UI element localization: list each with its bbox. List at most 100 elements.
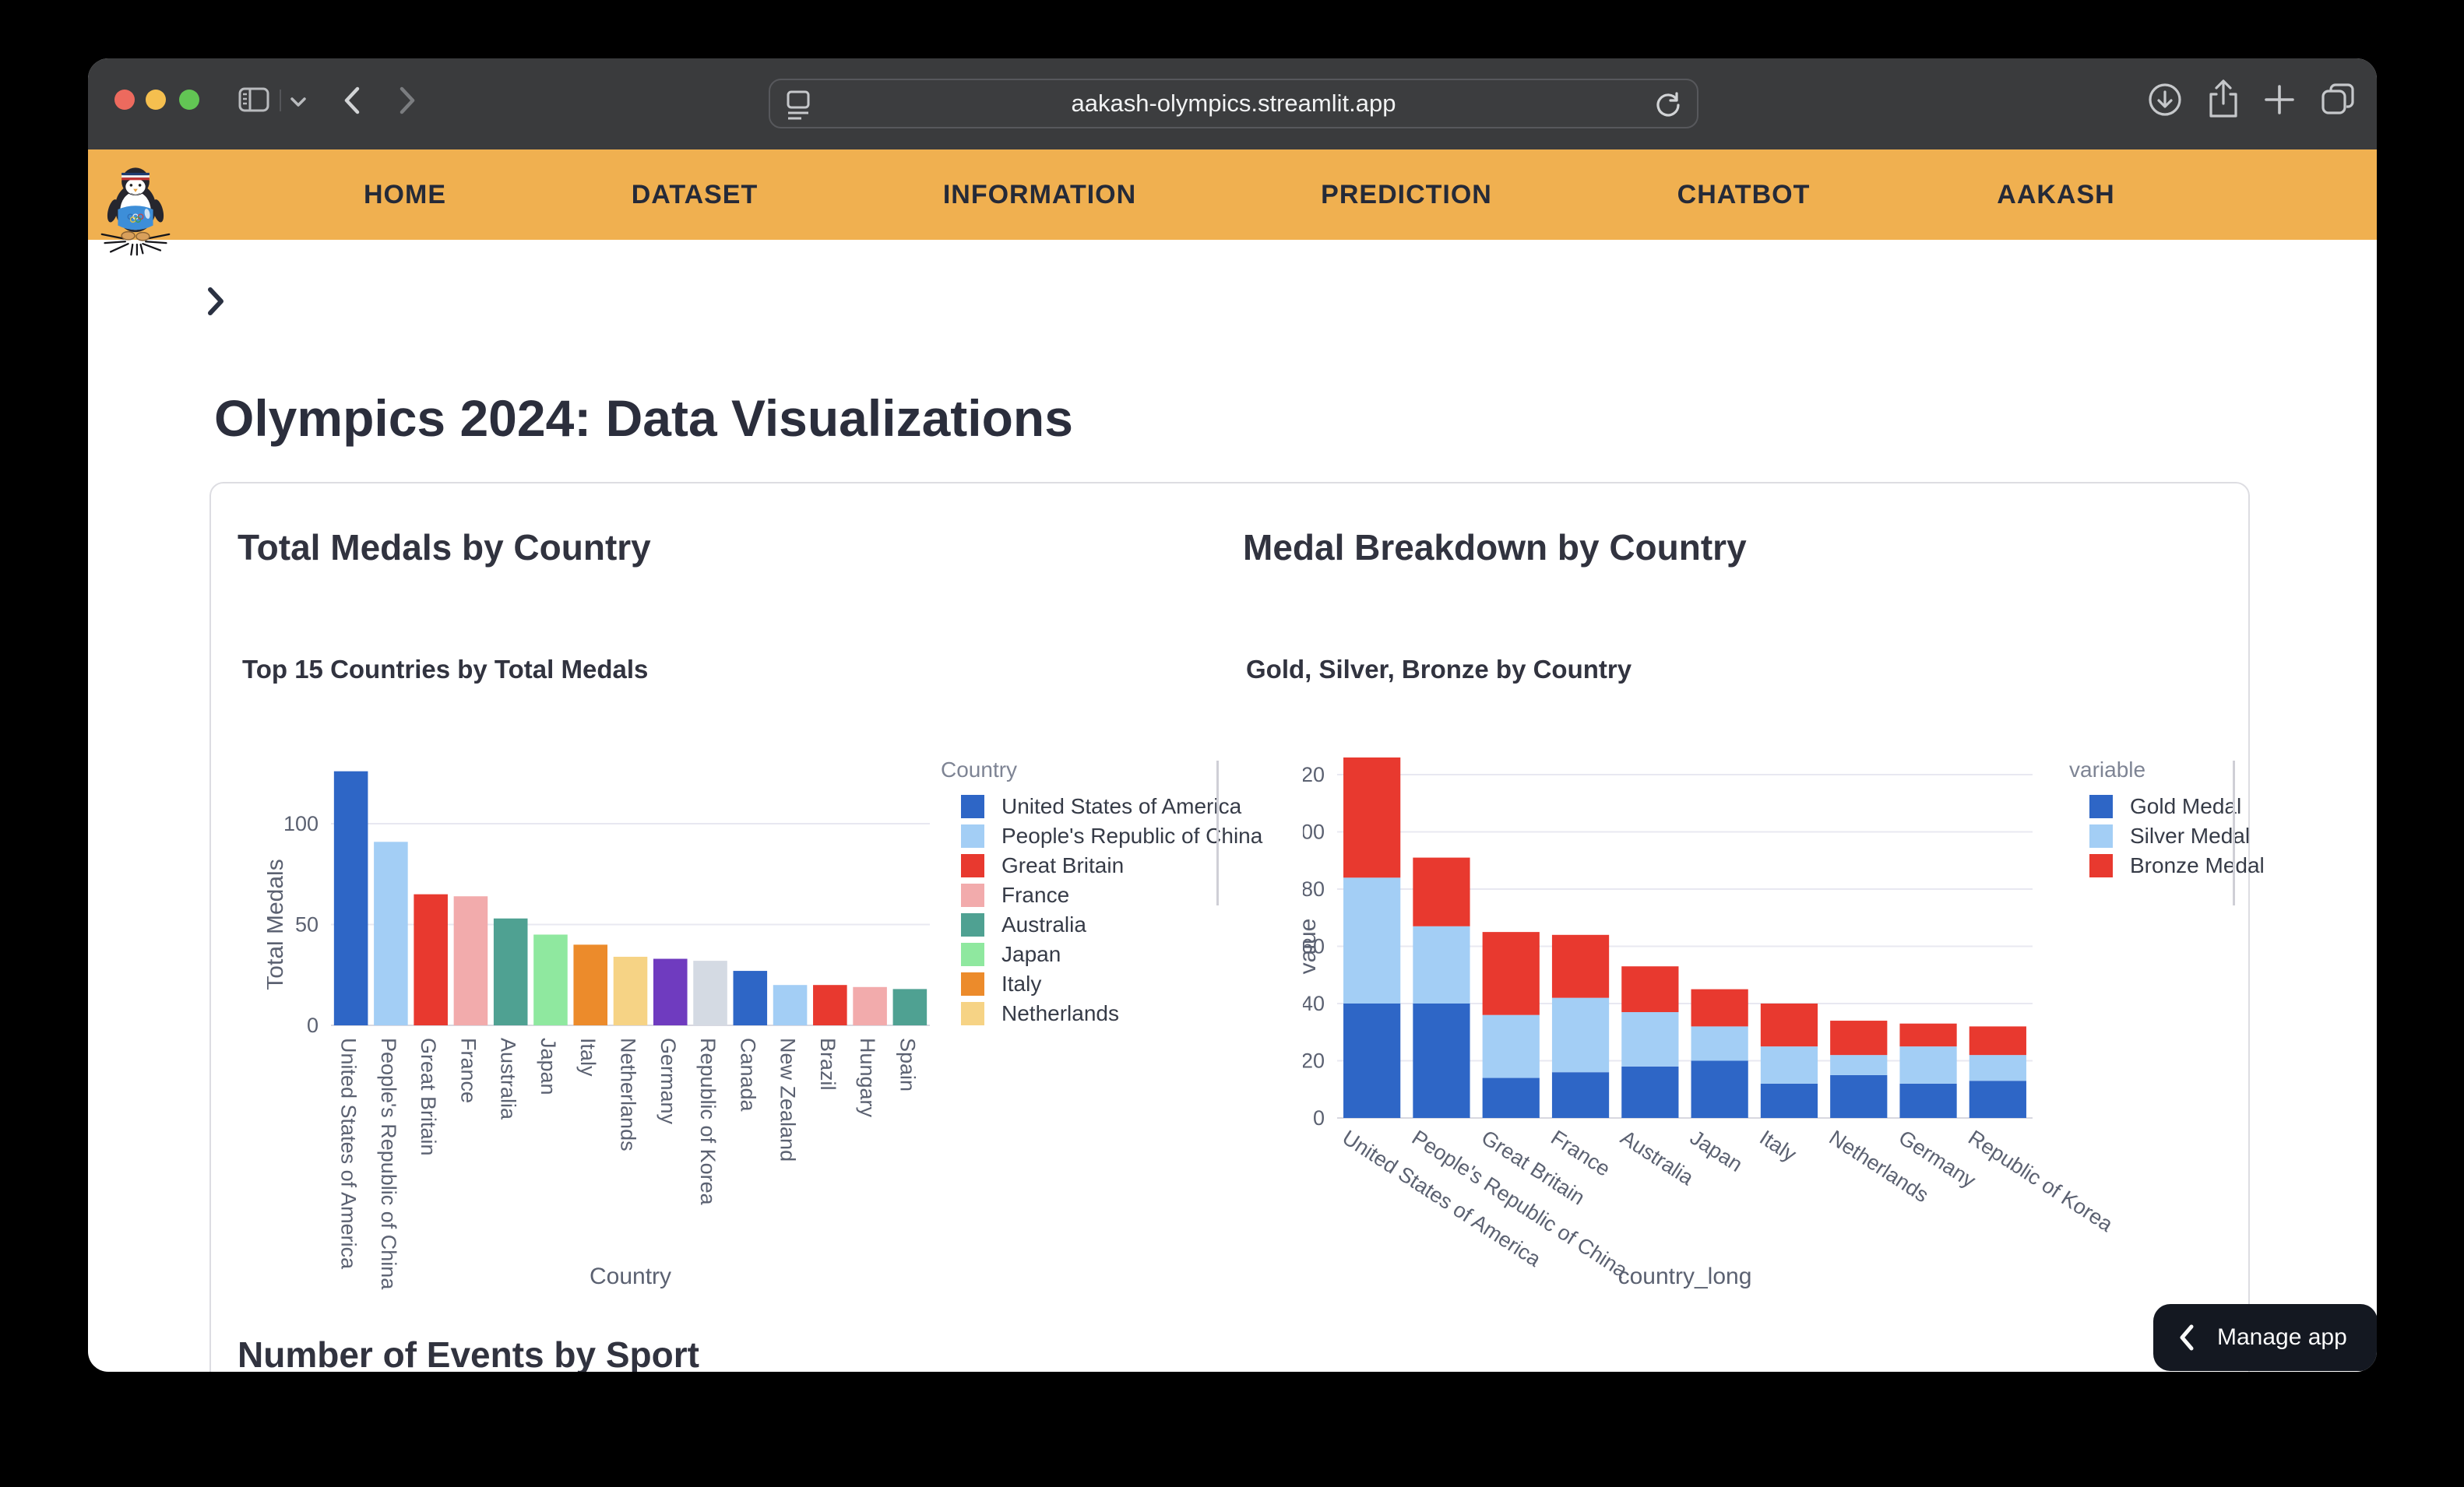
nav-label: DATASET xyxy=(632,180,759,210)
legend-item[interactable]: Netherlands xyxy=(961,999,1262,1028)
svg-text:40: 40 xyxy=(1303,992,1325,1015)
nav-item-prediction[interactable]: PREDICTION xyxy=(1321,149,1492,240)
legend-title: variable xyxy=(2069,758,2265,782)
svg-text:Republic of Korea: Republic of Korea xyxy=(696,1038,720,1206)
legend-item[interactable]: Gold Medal xyxy=(2089,792,2265,821)
svg-text:France: France xyxy=(456,1038,480,1103)
svg-text:Australia: Australia xyxy=(1617,1126,1698,1190)
nav-label: CHATBOT xyxy=(1677,180,1811,210)
nav-item-home[interactable]: HOME xyxy=(364,149,446,240)
section-heading-medal-breakdown: Medal Breakdown by Country xyxy=(1243,526,1747,568)
svg-text:Republic of Korea: Republic of Korea xyxy=(1964,1126,2117,1237)
legend-label: Bronze Medal xyxy=(2130,853,2265,878)
url-text: aakash-olympics.streamlit.app xyxy=(770,80,1697,127)
legend-item[interactable]: Italy xyxy=(961,969,1262,999)
legend-swatch xyxy=(961,1002,984,1025)
legend-scrollbar[interactable] xyxy=(1216,761,1219,905)
address-bar[interactable]: aakash-olympics.streamlit.app xyxy=(769,79,1698,128)
sidebar-toggle-icon[interactable] xyxy=(238,87,269,112)
svg-text:New Zealand: New Zealand xyxy=(776,1038,800,1162)
legend-swatch xyxy=(961,795,984,818)
close-window-button[interactable] xyxy=(114,90,135,110)
legend-swatch xyxy=(2089,824,2113,848)
chart-title-medal-breakdown: Gold, Silver, Bronze by Country xyxy=(1246,655,1632,684)
svg-text:Spain: Spain xyxy=(896,1038,919,1092)
svg-text:100: 100 xyxy=(283,812,319,835)
medal-breakdown-stacked-chart[interactable]: 020406080100120United States of AmericaP… xyxy=(1303,744,2128,1366)
manage-app-button[interactable]: Manage app xyxy=(2153,1304,2377,1371)
legend-label: Australia xyxy=(1001,912,1086,937)
svg-text:Total Medals: Total Medals xyxy=(267,859,288,990)
legend-label: Netherlands xyxy=(1001,1001,1119,1026)
legend-item[interactable]: Japan xyxy=(961,940,1262,969)
legend-swatch xyxy=(961,943,984,966)
nav-item-information[interactable]: INFORMATION xyxy=(943,149,1136,240)
page-title: Olympics 2024: Data Visualizations xyxy=(214,388,1073,448)
svg-text:50: 50 xyxy=(295,913,319,937)
browser-window: aakash-olympics.streamlit.app HOME xyxy=(88,58,2377,1372)
country-legend[interactable]: Country United States of America People's … xyxy=(941,758,1262,1028)
legend-swatch xyxy=(2089,795,2113,818)
variable-legend[interactable]: variable Gold Medal Silver Medal Bronze Med… xyxy=(2069,758,2265,881)
reload-icon[interactable] xyxy=(1653,90,1683,120)
nav-item-dataset[interactable]: DATASET xyxy=(632,149,759,240)
svg-text:100: 100 xyxy=(1303,821,1325,844)
zoom-window-button[interactable] xyxy=(179,90,199,110)
svg-text:120: 120 xyxy=(1303,763,1325,786)
svg-text:country_long: country_long xyxy=(1618,1264,1752,1289)
svg-text:Italy: Italy xyxy=(576,1038,600,1077)
minimize-window-button[interactable] xyxy=(146,90,166,110)
share-icon[interactable] xyxy=(2205,79,2241,121)
svg-text:20: 20 xyxy=(1303,1049,1325,1073)
legend-scrollbar[interactable] xyxy=(2233,761,2235,905)
legend-label: People's Republic of China xyxy=(1001,824,1262,849)
new-tab-icon[interactable] xyxy=(2262,82,2297,118)
browser-toolbar: aakash-olympics.streamlit.app xyxy=(88,58,2377,149)
svg-text:Brazil: Brazil xyxy=(816,1038,840,1091)
toolbar-divider xyxy=(280,90,281,111)
svg-text:0: 0 xyxy=(1313,1106,1325,1130)
svg-text:Australia: Australia xyxy=(497,1038,520,1120)
chart-title-total-medals: Top 15 Countries by Total Medals xyxy=(242,655,648,684)
svg-text:Great Britain: Great Britain xyxy=(417,1038,440,1156)
forward-button[interactable] xyxy=(398,86,417,114)
nav-label: PREDICTION xyxy=(1321,180,1492,210)
nav-label: AAKASH xyxy=(1997,180,2114,210)
legend-swatch xyxy=(961,824,984,848)
legend-label: France xyxy=(1001,883,1069,908)
chevron-down-icon[interactable] xyxy=(289,96,308,108)
legend-item[interactable]: Silver Medal xyxy=(2089,821,2265,851)
svg-text:Italy: Italy xyxy=(1755,1126,1800,1166)
sidebar-expand-icon[interactable] xyxy=(206,287,225,316)
svg-text:Germany: Germany xyxy=(656,1038,680,1125)
svg-text:People's Republic of China: People's Republic of China xyxy=(377,1038,400,1290)
tab-overview-icon[interactable] xyxy=(2320,82,2357,118)
svg-text:Canada: Canada xyxy=(736,1038,759,1113)
chevron-left-icon xyxy=(2178,1324,2195,1351)
svg-text:Country: Country xyxy=(590,1264,671,1289)
svg-text:80: 80 xyxy=(1303,877,1325,901)
legend-label: Japan xyxy=(1001,942,1061,967)
penguin-mascot-logo xyxy=(99,156,172,261)
section-heading-total-medals: Total Medals by Country xyxy=(238,526,651,568)
legend-label: United States of America xyxy=(1001,794,1241,819)
legend-label: Silver Medal xyxy=(2130,824,2250,849)
legend-swatch xyxy=(961,884,984,907)
nav-item-chatbot[interactable]: CHATBOT xyxy=(1677,149,1811,240)
legend-item[interactable]: Bronze Medal xyxy=(2089,851,2265,881)
nav-item-aakash[interactable]: AAKASH xyxy=(1997,149,2114,240)
downloads-icon[interactable] xyxy=(2147,82,2183,118)
back-button[interactable] xyxy=(343,86,361,114)
svg-text:Netherlands: Netherlands xyxy=(617,1038,640,1151)
svg-text:value: value xyxy=(1303,919,1321,975)
legend-swatch xyxy=(961,913,984,937)
svg-text:Hungary: Hungary xyxy=(856,1038,879,1118)
svg-text:United States of America: United States of America xyxy=(337,1038,361,1270)
legend-title: Country xyxy=(941,758,1262,782)
legend-item[interactable]: Australia xyxy=(961,910,1262,940)
nav-label: HOME xyxy=(364,180,446,210)
total-medals-bar-chart[interactable]: 050100United States of AmericaPeople's R… xyxy=(267,744,1046,1366)
legend-label: Great Britain xyxy=(1001,853,1124,878)
legend-swatch xyxy=(961,972,984,996)
manage-app-label: Manage app xyxy=(2217,1324,2347,1351)
